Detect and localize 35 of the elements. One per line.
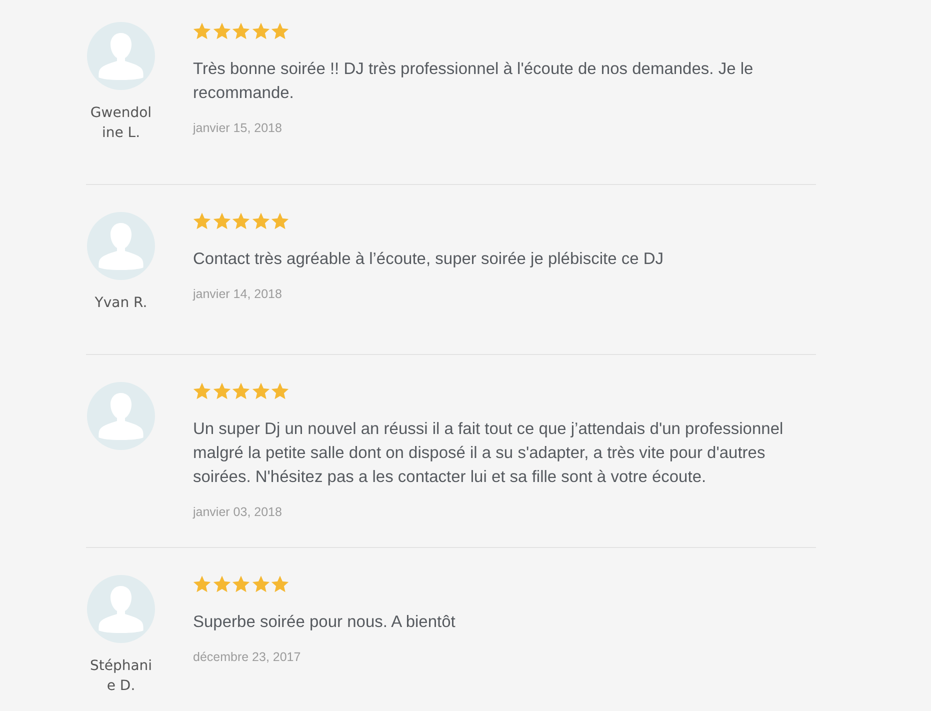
review-text: Très bonne soirée !! DJ très professionnel à l'écoute de nos demandes. Je le recommande. — [193, 59, 754, 104]
star-icon — [212, 22, 230, 40]
avatar-icon — [87, 575, 155, 643]
star-icon — [271, 382, 289, 400]
review-text: Superbe soirée pour nous. A bientôt — [193, 612, 456, 633]
author-name: Yvan R. — [94, 294, 148, 313]
avatar-icon — [87, 22, 155, 90]
star-icon — [252, 382, 270, 400]
star-icon — [212, 382, 230, 400]
star-icon — [252, 575, 270, 593]
star-icon — [193, 575, 211, 593]
review-date: décembre 23, 2017 — [193, 649, 302, 665]
star-icon — [212, 575, 230, 593]
star-icon — [232, 212, 250, 230]
star-icon — [193, 212, 211, 230]
star-icon — [212, 212, 230, 230]
star-icon — [252, 212, 270, 230]
star-icon — [193, 382, 211, 400]
star-icon — [193, 22, 211, 40]
star-icon — [271, 212, 289, 230]
review-date: janvier 15, 2018 — [193, 120, 283, 136]
review-date: janvier 14, 2018 — [193, 286, 283, 302]
star-icon — [252, 22, 270, 40]
star-icon — [271, 575, 289, 593]
author-name: Gwendoline L. — [90, 104, 152, 143]
star-icon — [271, 22, 289, 40]
star-icon — [232, 575, 250, 593]
author-name: Stéphanie D. — [90, 657, 152, 696]
review-text: Un super Dj un nouvel an réussi il a fait tout ce que j’attendais d'un professionnel malgré la petite salle dont on disposé il a su s'adapter, a très vite pour d'autres soirées. N'hésitez pas a les contacter lui et sa fille sont à votre écoute. — [193, 419, 784, 488]
review-text: Contact très agréable à l’écoute, super soirée je plébiscite ce DJ — [193, 249, 664, 270]
review-date: janvier 03, 2018 — [193, 504, 283, 520]
avatar-icon — [87, 212, 155, 280]
star-icon — [232, 382, 250, 400]
star-icon — [232, 22, 250, 40]
avatar-icon — [87, 382, 155, 450]
